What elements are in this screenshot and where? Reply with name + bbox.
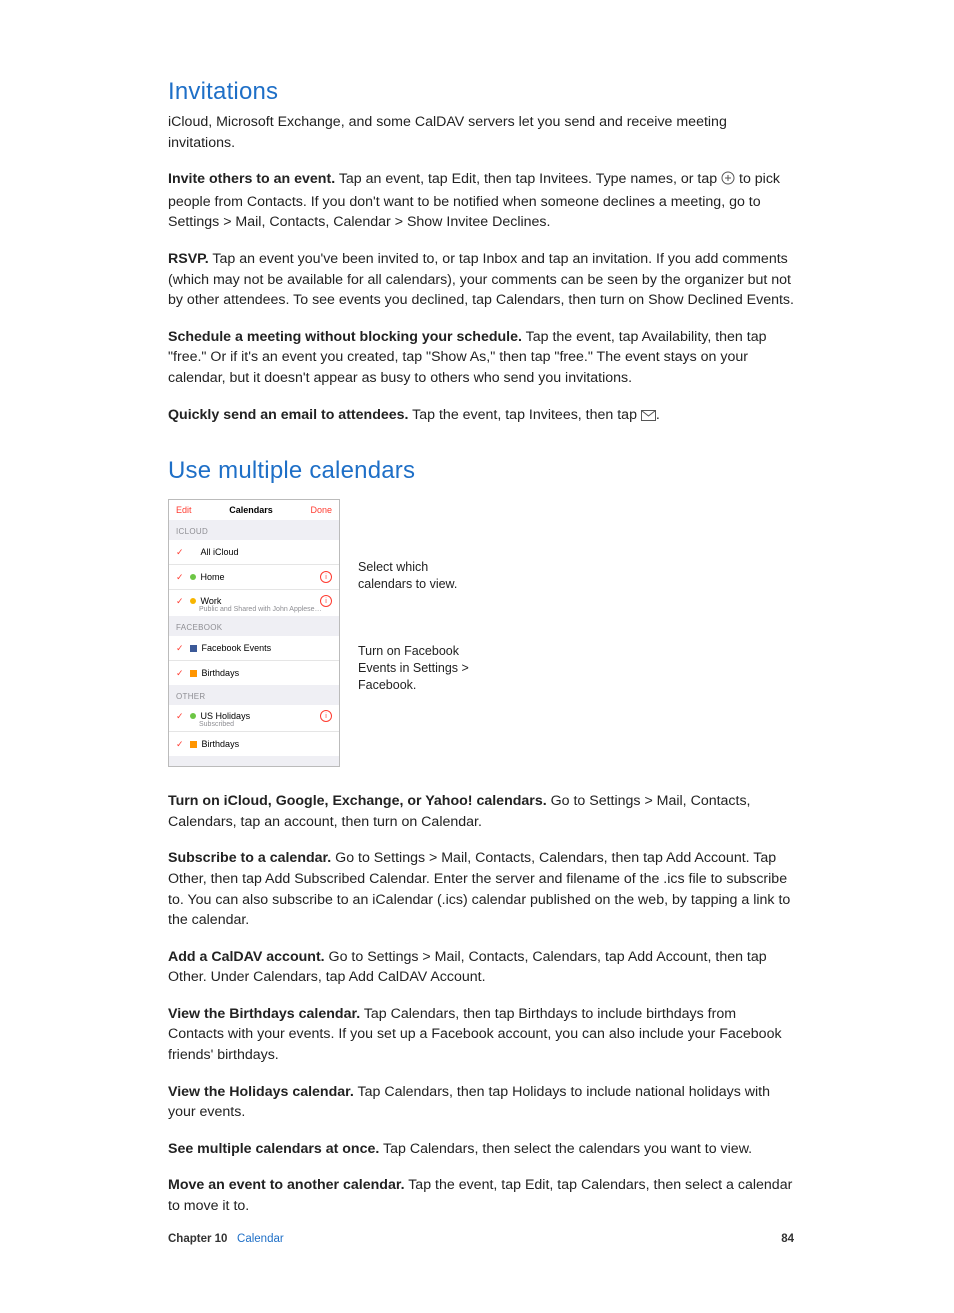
plus-circle-icon — [721, 171, 735, 192]
birthday-icon — [190, 670, 197, 677]
bold-birthdays: View the Birthdays calendar. — [168, 1006, 360, 1022]
bold-invite: Invite others to an event. — [168, 171, 335, 187]
calendar-row-other-birthdays[interactable]: ✓ Birthdays — [169, 731, 339, 756]
paragraph-turn-on: Turn on iCloud, Google, Exchange, or Yah… — [168, 791, 794, 832]
color-dot-icon — [190, 713, 196, 719]
edit-button[interactable]: Edit — [176, 505, 192, 515]
paragraph-multiple: See multiple calendars at once. Tap Cale… — [168, 1139, 794, 1160]
envelope-icon — [641, 407, 656, 428]
callout-facebook-events: Turn on Facebook Events in Settings > Fa… — [354, 643, 469, 694]
check-icon: ✓ — [176, 643, 184, 654]
color-dot-icon — [190, 598, 196, 604]
text-email-post: . — [656, 407, 660, 423]
callout-select-calendars: Select which calendars to view. — [354, 559, 469, 593]
bold-email: Quickly send an email to attendees. — [168, 407, 408, 423]
calendar-label: Birthdays — [202, 668, 240, 678]
phone-screenshot: Edit Calendars Done ICLOUD ✓ All iCloud … — [168, 499, 340, 767]
calendar-label: Work — [201, 596, 222, 606]
text-invite-pre: Tap an event, tap Edit, then tap Invitee… — [335, 171, 721, 187]
chapter-number: Chapter 10 — [168, 1233, 227, 1245]
info-icon[interactable]: i — [320, 571, 332, 583]
paragraph-schedule: Schedule a meeting without blocking your… — [168, 327, 794, 389]
group-facebook: FACEBOOK — [169, 616, 339, 636]
check-icon: ✓ — [176, 668, 184, 679]
calendar-label: All iCloud — [201, 547, 239, 557]
screenshot-figure: Edit Calendars Done ICLOUD ✓ All iCloud … — [168, 499, 794, 767]
paragraph-move: Move an event to another calendar. Tap t… — [168, 1175, 794, 1216]
paragraph-email: Quickly send an email to attendees. Tap … — [168, 405, 794, 428]
calendar-label: Home — [201, 572, 225, 582]
calendar-row-all-icloud[interactable]: ✓ All iCloud — [169, 540, 339, 564]
group-icloud: ICLOUD — [169, 520, 339, 540]
calendar-row-fb-events[interactable]: ✓ Facebook Events — [169, 636, 339, 660]
color-dot-icon — [190, 574, 196, 580]
intro-text: iCloud, Microsoft Exchange, and some Cal… — [168, 112, 794, 153]
bold-holidays: View the Holidays calendar. — [168, 1084, 354, 1100]
bold-multiple: See multiple calendars at once. — [168, 1141, 379, 1157]
group-other: OTHER — [169, 685, 339, 705]
calendar-subtitle: Public and Shared with John Applese… — [199, 606, 332, 613]
page-footer: Chapter 10 Calendar 84 — [168, 1233, 794, 1245]
bold-move: Move an event to another calendar. — [168, 1177, 405, 1193]
heading-multiple-calendars: Use multiple calendars — [168, 457, 794, 485]
check-icon: ✓ — [176, 547, 184, 558]
check-icon: ✓ — [176, 572, 184, 583]
page-number: 84 — [781, 1233, 794, 1245]
check-icon: ✓ — [176, 711, 184, 722]
text-email-pre: Tap the event, tap Invitees, then tap — [408, 407, 640, 423]
screen-title: Calendars — [229, 505, 273, 515]
check-icon: ✓ — [176, 739, 184, 750]
calendar-label: Birthdays — [202, 739, 240, 749]
paragraph-caldav: Add a CalDAV account. Go to Settings > M… — [168, 947, 794, 988]
paragraph-invite: Invite others to an event. Tap an event,… — [168, 169, 794, 233]
text-rsvp: Tap an event you've been invited to, or … — [168, 251, 794, 308]
text-multiple: Tap Calendars, then select the calendars… — [379, 1141, 752, 1157]
bold-caldav: Add a CalDAV account. — [168, 949, 325, 965]
bold-rsvp: RSVP. — [168, 251, 209, 267]
done-button[interactable]: Done — [310, 505, 332, 515]
calendar-subtitle: Subscribed — [199, 721, 332, 728]
calendar-row-work[interactable]: ✓ Work i Public and Shared with John App… — [169, 589, 339, 616]
calendar-row-us-holidays[interactable]: ✓ US Holidays i Subscribed — [169, 705, 339, 731]
bold-subscribe: Subscribe to a calendar. — [168, 850, 331, 866]
bold-turn-on: Turn on iCloud, Google, Exchange, or Yah… — [168, 793, 547, 809]
paragraph-holidays: View the Holidays calendar. Tap Calendar… — [168, 1082, 794, 1123]
bold-schedule: Schedule a meeting without blocking your… — [168, 329, 522, 345]
paragraph-subscribe: Subscribe to a calendar. Go to Settings … — [168, 848, 794, 930]
facebook-icon — [190, 645, 197, 652]
calendar-label: Facebook Events — [202, 643, 272, 653]
calendar-label: US Holidays — [201, 711, 251, 721]
heading-invitations: Invitations — [168, 78, 794, 106]
paragraph-birthdays: View the Birthdays calendar. Tap Calenda… — [168, 1004, 794, 1066]
paragraph-rsvp: RSVP. Tap an event you've been invited t… — [168, 249, 794, 311]
chapter-title: Calendar — [237, 1233, 284, 1245]
birthday-icon — [190, 741, 197, 748]
check-icon: ✓ — [176, 596, 184, 607]
calendar-row-birthdays[interactable]: ✓ Birthdays — [169, 660, 339, 685]
calendar-row-home[interactable]: ✓ Home i — [169, 564, 339, 589]
